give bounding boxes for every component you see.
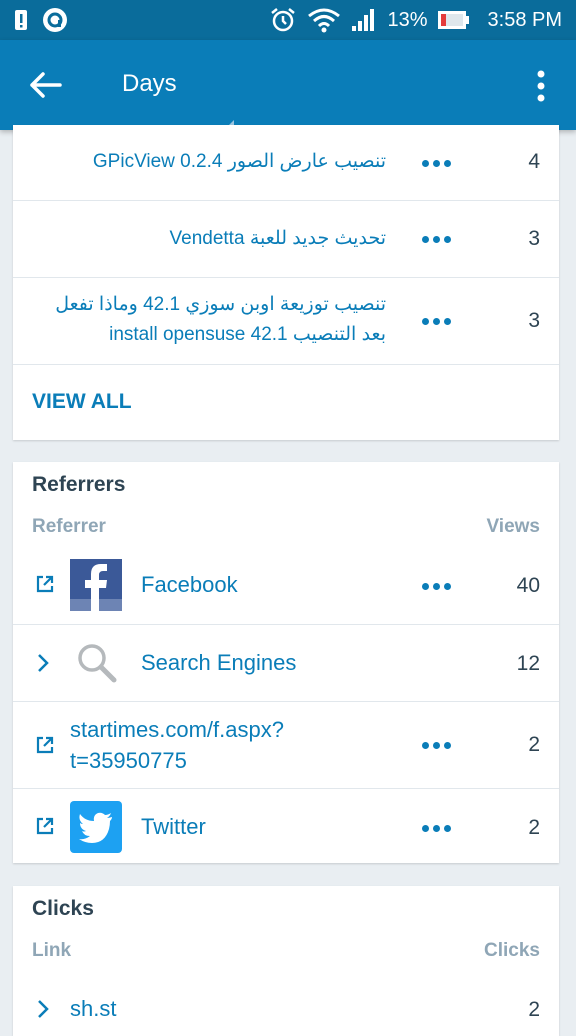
clicks-column-header: Clicks — [484, 940, 540, 961]
referrer-row[interactable]: Twitter 2 — [13, 789, 559, 865]
more-options-icon[interactable] — [422, 583, 451, 590]
click-count: 2 — [528, 998, 540, 1021]
battery-low-icon — [437, 11, 469, 29]
referrer-label-line: startimes.com/f.aspx? — [70, 717, 284, 742]
post-title-line: تنصيب توزيعة اوبن سوزي 42.1 وماذا تفعل — [55, 294, 386, 315]
clicks-card: Clicks Link Clicks sh.st 2 — [13, 886, 559, 1036]
referrer-row[interactable]: startimes.com/f.aspx? t=35950775 2 — [13, 702, 559, 789]
battery-percent: 13% — [387, 8, 428, 31]
posts-card: تنصيب عارض الصور GPicView 0.2.4 4 تحديث … — [13, 125, 559, 440]
post-views: 4 — [528, 150, 540, 173]
more-options-icon[interactable] — [422, 825, 451, 832]
wifi-icon — [308, 8, 341, 33]
facebook-icon — [70, 559, 122, 611]
status-bar: 13% 3:58 PM — [0, 0, 576, 40]
period-selector[interactable]: Days — [122, 70, 177, 98]
post-title[interactable]: تنصيب عارض الصور GPicView 0.2.4 — [93, 147, 386, 177]
referrer-label[interactable]: Twitter — [141, 814, 206, 840]
app-notification-icon — [43, 8, 67, 32]
view-all-button[interactable]: VIEW ALL — [32, 390, 132, 414]
notification-alert-icon — [15, 10, 27, 30]
link-column-header: Link — [32, 940, 72, 961]
post-title[interactable]: تنصيب توزيعة اوبن سوزي 42.1 وماذا تفعل ب… — [55, 290, 386, 350]
view-all-row[interactable]: VIEW ALL — [13, 365, 559, 441]
post-row[interactable]: تنصيب عارض الصور GPicView 0.2.4 4 — [13, 125, 559, 201]
external-link-icon[interactable] — [35, 735, 55, 755]
post-title[interactable]: تحديث جديد للعبة Vendetta — [170, 224, 386, 254]
click-link-label[interactable]: sh.st — [70, 996, 116, 1022]
referrer-column-header: Referrer — [32, 516, 106, 537]
chevron-right-icon[interactable] — [36, 653, 50, 673]
clicks-heading: Clicks — [32, 897, 94, 920]
referrer-views: 12 — [516, 652, 540, 675]
referrer-label-line: t=35950775 — [70, 748, 187, 773]
overflow-menu-icon[interactable] — [536, 70, 546, 102]
post-row[interactable]: تحديث جديد للعبة Vendetta 3 — [13, 201, 559, 278]
referrers-card: Referrers Referrer Views Facebook 40 Sea… — [13, 462, 559, 863]
referrer-views: 2 — [528, 816, 540, 839]
signal-icon — [352, 9, 375, 31]
referrer-views: 40 — [516, 574, 540, 597]
alarm-icon — [271, 8, 296, 32]
referrer-label[interactable]: startimes.com/f.aspx? t=35950775 — [70, 714, 284, 776]
twitter-icon — [70, 801, 122, 853]
referrer-row[interactable]: Search Engines 12 — [13, 625, 559, 702]
back-arrow-icon[interactable] — [26, 68, 66, 102]
post-title-line: بعد التنصيب install opensuse 42.1 — [109, 324, 386, 345]
more-options-icon[interactable] — [422, 742, 451, 749]
external-link-icon[interactable] — [35, 816, 55, 836]
search-icon — [78, 644, 117, 683]
referrer-label[interactable]: Facebook — [141, 572, 238, 598]
post-row[interactable]: تنصيب توزيعة اوبن سوزي 42.1 وماذا تفعل ب… — [13, 278, 559, 365]
more-options-icon[interactable] — [422, 318, 451, 325]
referrer-row[interactable]: Facebook 40 — [13, 547, 559, 625]
referrer-label[interactable]: Search Engines — [141, 650, 296, 676]
post-views: 3 — [528, 227, 540, 250]
clock-time: 3:58 PM — [487, 8, 562, 31]
referrer-views: 2 — [528, 733, 540, 756]
more-options-icon[interactable] — [422, 236, 451, 243]
external-link-icon[interactable] — [35, 574, 55, 594]
referrers-heading: Referrers — [32, 473, 126, 496]
views-column-header: Views — [486, 516, 540, 537]
chevron-right-icon[interactable] — [36, 999, 50, 1019]
click-row[interactable]: sh.st 2 — [13, 982, 559, 1036]
app-bar: Days — [0, 40, 576, 140]
more-options-icon[interactable] — [422, 160, 451, 167]
post-views: 3 — [528, 309, 540, 332]
